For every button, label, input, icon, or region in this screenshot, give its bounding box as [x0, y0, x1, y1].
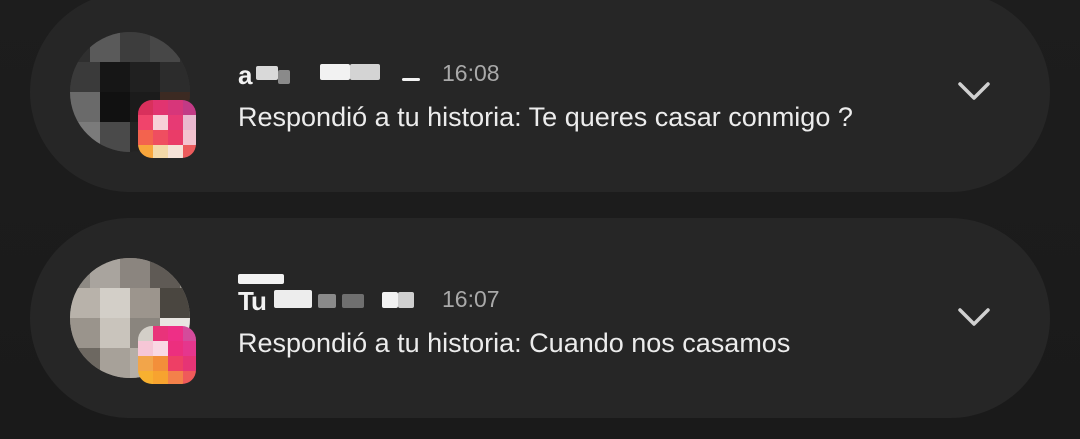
instagram-icon	[138, 326, 196, 384]
notification-card[interactable]: Tu 16:07 Respondió a tu historia: Cuando…	[30, 218, 1050, 418]
sender-name: Tu	[238, 274, 428, 316]
chevron-down-icon[interactable]	[950, 294, 998, 342]
sender-name-text: a	[238, 60, 253, 90]
instagram-icon	[138, 100, 196, 158]
notification-message: Respondió a tu historia: Te queres casar…	[238, 102, 853, 132]
notification-time: 16:07	[442, 286, 500, 312]
notification-time: 16:08	[442, 60, 500, 86]
chevron-down-icon[interactable]	[950, 68, 998, 116]
notification-card[interactable]: a 16:08 Respondió a tu historia: Te quer…	[30, 0, 1050, 192]
notification-message: Respondió a tu historia: Cuando nos casa…	[238, 328, 791, 358]
sender-name-text: Tu	[238, 286, 267, 316]
sender-name: a	[238, 60, 428, 90]
